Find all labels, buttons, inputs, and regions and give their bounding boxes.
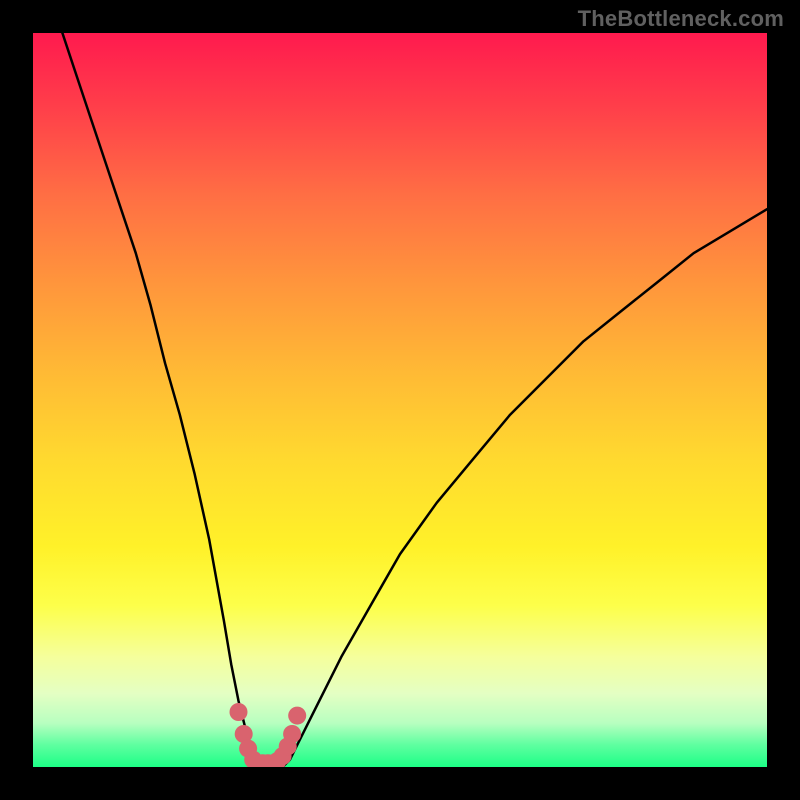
sweet-spot-dot xyxy=(230,703,248,721)
sweet-spot-markers xyxy=(230,703,307,767)
watermark-text: TheBottleneck.com xyxy=(578,6,784,32)
sweet-spot-dot xyxy=(283,725,301,743)
plot-area xyxy=(33,33,767,767)
sweet-spot-dot xyxy=(288,707,306,725)
bottleneck-curve xyxy=(62,33,767,767)
chart-frame: TheBottleneck.com xyxy=(0,0,800,800)
chart-svg xyxy=(33,33,767,767)
